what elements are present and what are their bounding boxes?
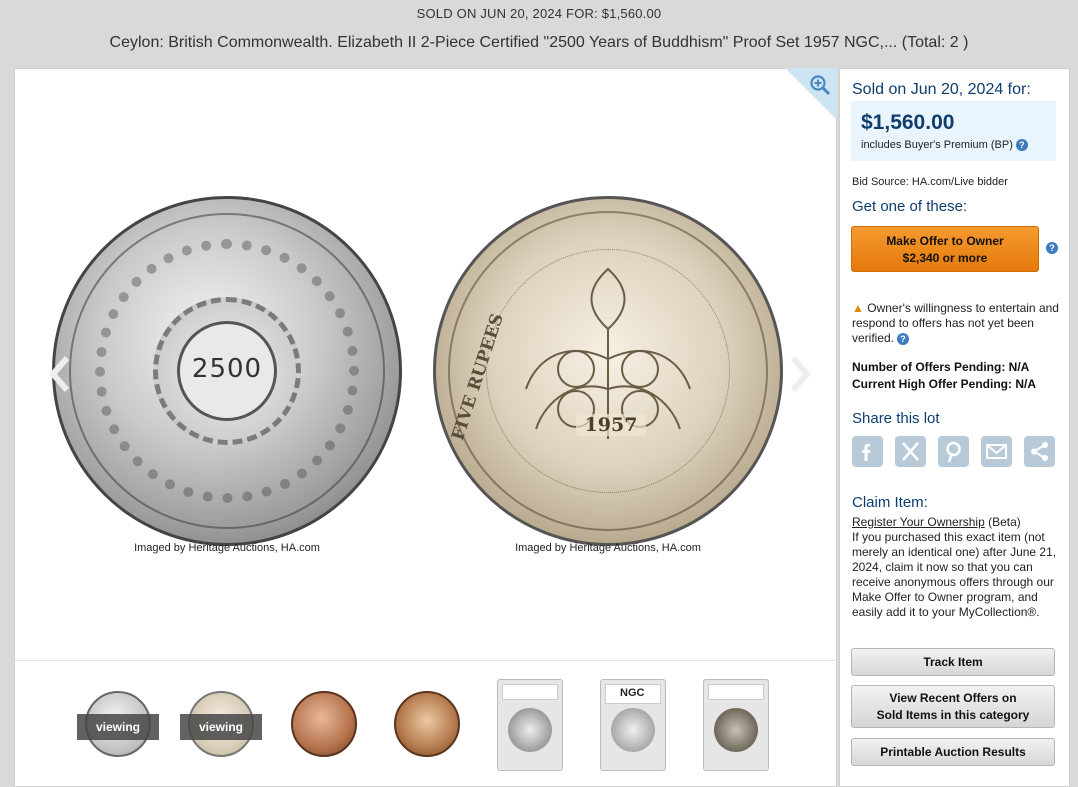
viewing-badge: viewing [180,714,262,740]
previous-image-button[interactable] [45,354,75,394]
lot-sidebar: Sold on Jun 20, 2024 for: $1,560.00 incl… [839,68,1070,787]
certified-slab [703,679,769,771]
price-box: $1,560.00 includes Buyer's Premium (BP)? [851,101,1056,161]
thumbnail-3[interactable] [283,679,365,771]
lot-title: Ceylon: British Commonwealth. Elizabeth … [109,34,969,51]
chevron-right-icon [790,356,811,392]
offers-status: Number of Offers Pending: N/A Current Hi… [852,359,1036,393]
viewing-badge: viewing [77,714,159,740]
zoom-in-icon [810,75,831,96]
help-icon[interactable]: ? [1015,139,1028,152]
certified-slab: NGC [600,679,666,771]
pinterest-icon[interactable] [938,436,969,467]
offer-button-amount: $2,340 or more [902,251,988,265]
image-credit: Imaged by Heritage Auctions, HA.com [515,542,701,554]
zoom-button[interactable] [785,68,837,120]
recent-offers-label: Sold Items in this category [876,708,1030,722]
certified-slab [497,679,563,771]
offer-button-label: Make Offer to Owner [886,234,1004,248]
thumbnail-divider [15,660,838,661]
email-icon[interactable] [981,436,1012,467]
get-one-heading: Get one of these: [852,198,968,215]
thumbnail-4[interactable] [386,679,468,771]
thumbnail-5[interactable] [489,679,571,771]
offers-pending: Number of Offers Pending: N/A [852,360,1030,374]
recent-offers-label: View Recent Offers on [889,691,1017,705]
bid-source: Bid Source: HA.com/Live bidder [852,176,1008,188]
track-item-button[interactable]: Track Item [851,648,1055,676]
coin-denomination-text: 2500 [191,354,263,384]
high-offer-pending: Current High Offer Pending: N/A [852,377,1036,391]
claim-heading: Claim Item: [852,494,928,511]
share-icon[interactable] [1024,436,1055,467]
owner-warning: ▲ Owner's willingness to entertain and r… [852,301,1062,346]
track-item-label: Track Item [923,655,983,669]
x-icon[interactable] [895,436,926,467]
warning-text: Owner's willingness to entertain and res… [852,301,1059,345]
beta-label: (Beta) [984,515,1021,529]
help-icon[interactable]: ? [1046,242,1058,254]
buyers-premium-note: includes Buyer's Premium (BP)? [861,139,1028,152]
register-ownership-link[interactable]: Register Your Ownership [852,515,985,529]
warning-icon: ▲ [852,301,864,315]
bp-text: includes Buyer's Premium (BP) [861,139,1013,151]
coin-year-text: 1957 [576,414,646,436]
chevron-left-icon [49,356,70,392]
next-image-button[interactable] [785,354,815,394]
printable-results-button[interactable]: Printable Auction Results [851,738,1055,766]
sold-on-label: Sold on Jun 20, 2024 for: [852,81,1031,98]
image-viewer: 2500 1957 FIVE RUPEES Imaged by Heritage… [14,68,838,787]
thumbnail-1[interactable]: viewing [77,679,159,771]
thumbnail-7[interactable] [695,679,777,771]
thumbnail-6[interactable]: NGC [592,679,674,771]
coin-obverse-image[interactable]: 2500 [52,196,402,546]
thumbnail-2[interactable]: viewing [180,679,262,771]
printable-results-label: Printable Auction Results [880,745,1026,759]
recent-offers-button[interactable]: View Recent Offers on Sold Items in this… [851,685,1055,728]
make-offer-button[interactable]: Make Offer to Owner $2,340 or more [851,226,1039,272]
lotus-design-graphic [525,267,691,439]
share-heading: Share this lot [852,410,940,427]
sold-price: $1,560.00 [861,111,955,134]
facebook-icon[interactable] [852,436,883,467]
claim-description: Register Your Ownership (Beta) If you pu… [852,515,1062,620]
coin-reverse-image[interactable]: 1957 FIVE RUPEES [433,196,783,546]
claim-text: If you purchased this exact item (not me… [852,530,1057,619]
help-icon[interactable]: ? [897,332,910,345]
ngc-logo: NGC [620,687,645,699]
sold-summary: SOLD ON JUN 20, 2024 FOR: $1,560.00 [416,6,662,21]
image-credit: Imaged by Heritage Auctions, HA.com [134,542,320,554]
page-header: SOLD ON JUN 20, 2024 FOR: $1,560.00 Ceyl… [0,0,1078,68]
